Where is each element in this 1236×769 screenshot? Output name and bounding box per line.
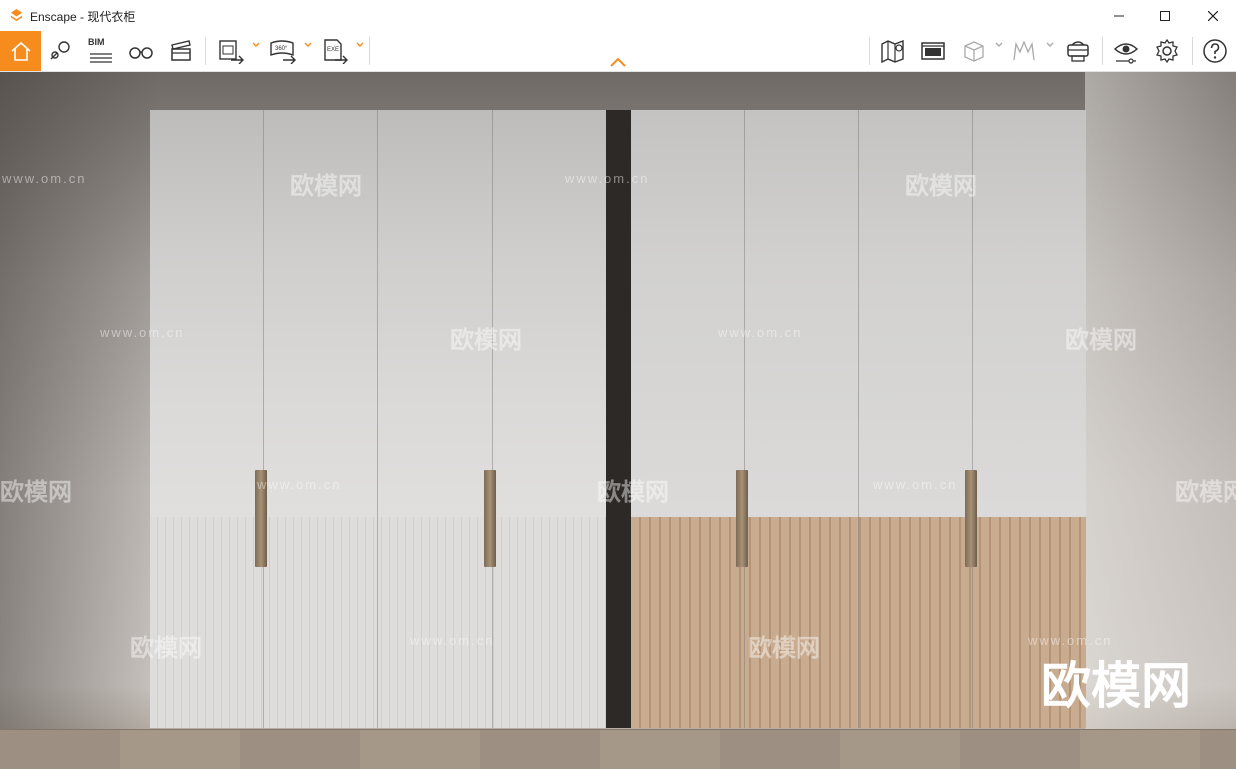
enscape-logo-icon (10, 8, 23, 22)
toolbar-separator (1102, 37, 1103, 65)
door-handle (965, 470, 977, 567)
watermark: 欧模网 (1175, 479, 1236, 506)
help-icon (1203, 39, 1227, 63)
exe-export-icon: EXE (324, 39, 348, 64)
video-button[interactable] (166, 35, 196, 67)
navigation-button[interactable] (46, 35, 76, 67)
watermark: 欧模网 (450, 327, 522, 354)
wardrobe-white (150, 110, 606, 728)
cube-icon (964, 41, 984, 62)
map-button[interactable] (877, 35, 909, 67)
exe-label: EXE (327, 47, 339, 53)
toolbar-separator (369, 37, 370, 65)
chevron-down-icon[interactable] (356, 42, 364, 48)
toolbar-separator (869, 37, 870, 65)
panorama-label: 360° (275, 46, 288, 52)
watermark: 欧模网 (748, 635, 820, 662)
panorama-export-button[interactable]: 360° (266, 35, 300, 67)
asset-library-button[interactable] (916, 35, 950, 67)
chevron-down-icon[interactable] (304, 42, 312, 48)
toolbar-separator (205, 37, 206, 65)
door-seam (377, 110, 378, 728)
binoculars-icon (129, 47, 153, 59)
close-button[interactable] (1190, 0, 1236, 31)
close-icon (1208, 10, 1218, 21)
watermark-url: www.om.cn (410, 633, 495, 648)
door-seam (263, 110, 264, 728)
help-button[interactable] (1200, 35, 1230, 67)
door-handle (736, 470, 748, 567)
watermark-large: 欧模网 (1041, 658, 1191, 714)
watermark: 欧模网 (905, 173, 977, 200)
render-viewport[interactable]: 欧模网 欧模网 欧模网 欧模网 欧模网 欧模网 欧模网 欧模网 欧模网 www.… (0, 72, 1236, 769)
collapse-toolbar-chevron-up-icon[interactable] (607, 55, 629, 69)
bim-label: BIM (88, 37, 105, 47)
material-button[interactable] (958, 35, 990, 67)
door-seam (858, 110, 859, 728)
clapperboard-icon (171, 40, 191, 61)
watermark-url: www.om.cn (873, 477, 958, 492)
gear-icon (1156, 38, 1178, 64)
watermark-url: www.om.cn (2, 171, 87, 186)
window-title: Enscape - 现代衣柜 (30, 10, 136, 24)
watermark: 欧模网 (290, 173, 362, 200)
floor (0, 729, 1236, 769)
door-seam (744, 110, 745, 728)
watermark: 欧模网 (597, 479, 669, 506)
watermark-url: www.om.cn (718, 325, 803, 340)
screenshot-export-button[interactable] (214, 35, 248, 67)
map-pin-icon (50, 41, 70, 60)
vr-headset-icon (1067, 41, 1089, 62)
eye-settings-icon (1113, 43, 1139, 64)
minimize-icon (1114, 15, 1124, 16)
chevron-down-icon[interactable] (252, 42, 260, 48)
watermark: 欧模网 (0, 479, 72, 506)
wardrobe-upper-panel (150, 110, 606, 517)
chevron-down-icon[interactable] (995, 42, 1003, 48)
asset-library-icon (921, 42, 945, 60)
vr-headset-button[interactable] (1062, 35, 1094, 67)
home-icon (10, 41, 31, 61)
image-export-icon (219, 40, 244, 64)
maximize-icon (1160, 10, 1170, 21)
door-handle (484, 470, 496, 567)
wardrobe-lower-panel (150, 517, 606, 728)
door-seam (972, 110, 973, 728)
chevron-down-icon[interactable] (1046, 42, 1054, 48)
minimize-button[interactable] (1096, 0, 1142, 31)
map-icon (881, 39, 904, 64)
people-button[interactable] (1008, 35, 1040, 67)
settings-button[interactable] (1151, 35, 1183, 67)
exe-export-button[interactable]: EXE (318, 35, 352, 67)
maximize-button[interactable] (1142, 0, 1188, 31)
title-bar: Enscape - 现代衣柜 (0, 0, 1236, 31)
watermark-url: www.om.cn (257, 477, 342, 492)
watermark-url: www.om.cn (100, 325, 185, 340)
home-button[interactable] (0, 31, 41, 71)
visual-settings-button[interactable] (1110, 35, 1142, 67)
watermark: 欧模网 (1065, 327, 1137, 354)
watermark-url: www.om.cn (565, 171, 650, 186)
toolbar-separator (1192, 37, 1193, 65)
wardrobe-wood (631, 110, 1086, 728)
panorama-export-icon: 360° (270, 40, 296, 64)
people-icon (1013, 40, 1035, 61)
views-button[interactable] (125, 35, 157, 67)
watermark: 欧模网 (130, 635, 202, 662)
wardrobe-gap (605, 110, 631, 728)
